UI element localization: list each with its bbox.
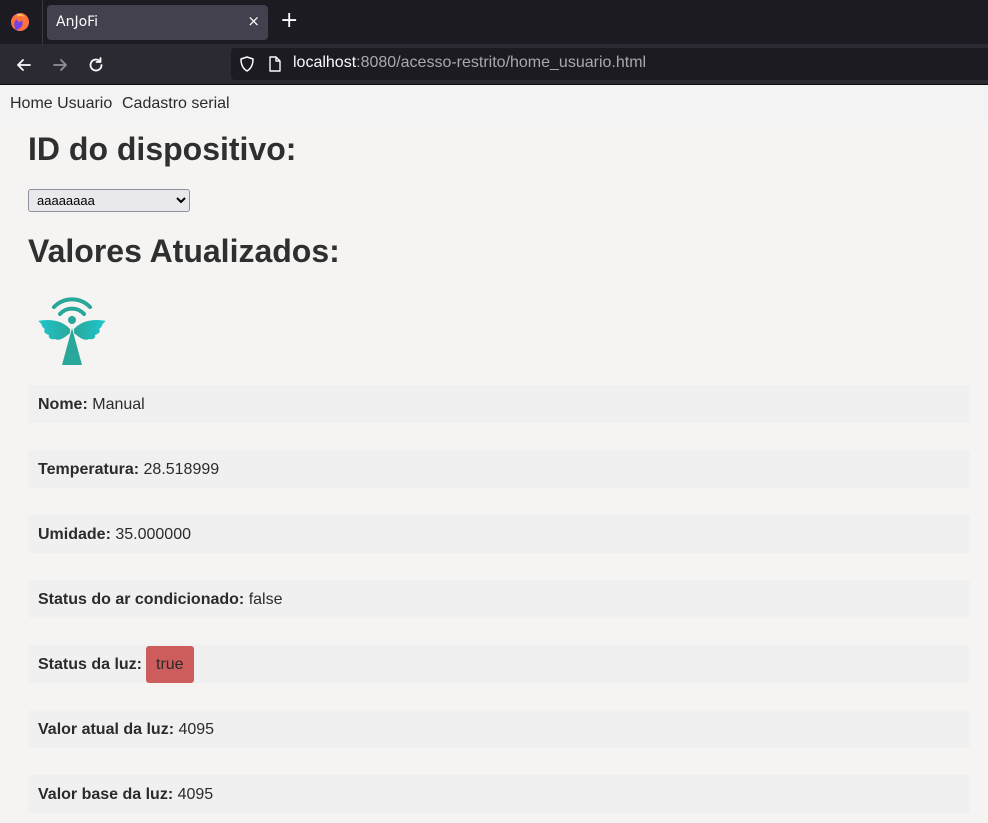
nav-link-home-usuario[interactable]: Home Usuario — [10, 95, 112, 113]
field-valor-atual-luz: Valor atual da luz: 4095 — [28, 710, 970, 748]
anjofi-logo-icon — [38, 297, 106, 365]
tab-separator — [42, 0, 43, 44]
field-status-ar-label: Status do ar condicionado: false — [38, 591, 283, 608]
device-id-heading: ID do dispositivo: — [28, 131, 297, 167]
status-luz-badge: true — [146, 646, 194, 683]
back-arrow-icon[interactable] — [13, 54, 35, 76]
url-bar[interactable]: localhost:8080/acesso-restrito/home_usua… — [231, 48, 988, 80]
url-host: localhost — [293, 54, 357, 71]
field-temperatura-value: 28.518999 — [143, 461, 220, 478]
field-umidade-label: Umidade: 35.000000 — [38, 526, 191, 543]
field-valor-base-luz-value: 4095 — [177, 786, 214, 803]
shield-icon[interactable] — [239, 56, 255, 72]
reload-icon[interactable] — [85, 54, 107, 76]
field-valor-atual-luz-label: Valor atual da luz: 4095 — [38, 721, 215, 738]
field-status-ar-condicionado: Status do ar condicionado: false — [28, 580, 970, 618]
firefox-logo-icon[interactable] — [10, 12, 30, 32]
field-nome: Nome: Manual — [28, 385, 970, 423]
tab-title: AnJoFi — [56, 14, 99, 30]
field-valor-base-luz: Valor base da luz: 4095 — [28, 775, 970, 813]
close-icon[interactable]: × — [247, 12, 260, 30]
field-umidade: Umidade: 35.000000 — [28, 515, 970, 553]
field-valor-base-luz-label: Valor base da luz: 4095 — [38, 786, 214, 803]
new-tab-plus-icon[interactable]: + — [280, 9, 298, 33]
field-nome-label: Nome: Manual — [38, 396, 145, 413]
page-info-icon[interactable] — [268, 56, 282, 72]
nav-link-cadastro-serial[interactable]: Cadastro serial — [122, 95, 230, 113]
device-id-select[interactable]: aaaaaaaa — [28, 189, 190, 212]
url-path: :8080/acesso-restrito/home_usuario.html — [356, 54, 647, 71]
forward-arrow-icon[interactable] — [49, 54, 71, 76]
url-text[interactable]: localhost:8080/acesso-restrito/home_usua… — [293, 54, 646, 72]
field-valor-atual-luz-value: 4095 — [178, 721, 215, 738]
field-umidade-value: 35.000000 — [115, 526, 191, 543]
browser-tab[interactable]: AnJoFi × — [47, 5, 268, 40]
browser-nav-bar: localhost:8080/acesso-restrito/home_usua… — [0, 44, 988, 85]
field-status-ar-value: false — [248, 591, 283, 608]
field-temperatura-label: Temperatura: 28.518999 — [38, 461, 220, 478]
field-status-luz: Status da luz: true — [28, 645, 970, 683]
updated-values-heading: Valores Atualizados: — [28, 233, 340, 269]
site-nav: Home Usuario Cadastro serial — [0, 85, 988, 123]
field-temperatura: Temperatura: 28.518999 — [28, 450, 970, 488]
field-status-luz-label: Status da luz: — [38, 656, 143, 673]
field-nome-value: Manual — [92, 396, 145, 413]
browser-tab-bar: AnJoFi × + — [0, 0, 988, 44]
